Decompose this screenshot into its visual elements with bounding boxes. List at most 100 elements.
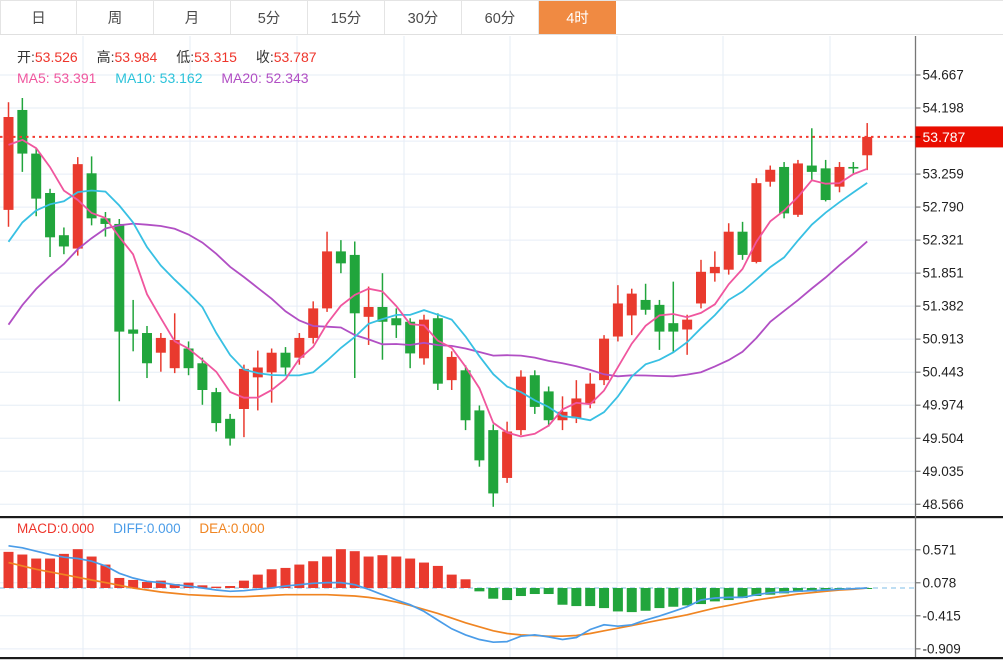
- macd-bar: [446, 574, 457, 588]
- macd-bar: [225, 585, 236, 588]
- candle-body: [45, 192, 56, 238]
- ma-legend: MA5: 53.391 MA10: 53.162 MA20: 52.343: [17, 70, 309, 86]
- macd-bar: [266, 569, 277, 588]
- candle-body: [238, 368, 249, 409]
- price-tick-label: 52.321: [923, 233, 964, 248]
- open-value: 53.526: [34, 49, 78, 65]
- macd-tick-label: 0.078: [923, 575, 957, 590]
- svg-text:53.787: 53.787: [923, 129, 966, 145]
- trading-chart-app: 日 周 月 5分 15分 30分 60分 4时 54.667 54.198 53.2…: [0, 0, 1003, 661]
- high-value: 53.984: [114, 49, 158, 65]
- price-tick-label: 54.198: [923, 100, 964, 115]
- ma10-value: 53.162: [159, 70, 203, 86]
- candle-body: [862, 136, 873, 156]
- macd-tick-label: 0.571: [923, 542, 957, 557]
- macd-bar: [405, 558, 416, 588]
- macd-tick-label: -0.415: [923, 608, 961, 623]
- candle-body: [432, 318, 443, 384]
- candle-body: [266, 352, 277, 373]
- macd-bar: [557, 588, 568, 605]
- macd-bar: [432, 565, 443, 588]
- candle-body: [72, 164, 83, 249]
- price-tick-label: 52.790: [923, 200, 964, 215]
- close-label: 收:: [255, 49, 274, 65]
- macd-bar: [460, 579, 471, 588]
- macd-bar: [612, 588, 623, 612]
- macd-bar: [349, 551, 360, 588]
- price-tick-label: 49.974: [923, 398, 965, 413]
- candle-body: [515, 376, 526, 431]
- open-label: 开:: [17, 49, 35, 65]
- candle-body: [31, 153, 42, 199]
- macd-bar: [571, 588, 582, 607]
- candle-body: [349, 254, 360, 314]
- macd-bar: [72, 549, 83, 588]
- candle-body: [723, 231, 734, 270]
- macd-bar: [488, 588, 499, 599]
- candle-body: [474, 410, 485, 461]
- candle-body: [169, 340, 180, 369]
- macd-bar: [3, 551, 14, 588]
- macd-bar: [377, 555, 388, 588]
- candle-body: [640, 299, 651, 310]
- macd-bar: [211, 586, 222, 588]
- ma20-label: MA20:: [221, 70, 262, 86]
- candle-body: [155, 337, 166, 353]
- candle-body: [792, 163, 803, 215]
- macd-bar: [668, 588, 679, 607]
- candle-body: [446, 356, 457, 381]
- high-label: 高:: [96, 49, 115, 65]
- candle-body: [58, 235, 69, 247]
- candle-body: [142, 333, 152, 364]
- candle-body: [765, 169, 776, 182]
- macd-bar: [626, 588, 637, 613]
- candle-body: [405, 321, 416, 354]
- candle-body: [322, 251, 333, 309]
- macd-bar: [709, 588, 720, 602]
- macd-value: 0.000: [60, 521, 95, 536]
- price-tick-label: 49.504: [923, 431, 965, 446]
- dea-value: 0.000: [230, 521, 265, 536]
- macd-bar: [502, 588, 513, 601]
- dea-label: DEA:: [199, 521, 231, 536]
- candle-body: [682, 319, 693, 330]
- macd-bar: [238, 580, 249, 588]
- candle-body: [668, 323, 679, 332]
- ma20-value: 52.343: [265, 70, 309, 86]
- macd-bar: [419, 562, 429, 588]
- candle-body: [280, 352, 291, 368]
- macd-label: MACD:: [17, 521, 61, 536]
- macd-axis-labels: 0.571 0.078 -0.415 -0.909: [915, 542, 961, 656]
- macd-bar: [31, 558, 42, 588]
- ma5-line: [8, 138, 868, 438]
- candle-body: [391, 318, 402, 326]
- macd-bar: [515, 588, 526, 597]
- price-tick-label: 50.443: [923, 365, 964, 380]
- candle-body: [806, 165, 817, 172]
- macd-bar: [17, 554, 28, 588]
- candle-body: [571, 398, 582, 419]
- candle-body: [502, 431, 513, 478]
- macd-bar: [142, 581, 152, 588]
- macd-bar: [58, 553, 69, 588]
- macd-bar: [585, 588, 596, 607]
- macd-bar: [654, 588, 665, 609]
- candles-layer: [3, 98, 873, 507]
- price-tick-label: 51.382: [923, 299, 964, 314]
- candle-body: [709, 266, 720, 274]
- macd-bar: [599, 588, 610, 609]
- ohlc-legend: 开:53.526 高:53.984 低:53.315 收:53.787: [17, 47, 317, 67]
- chart-canvas[interactable]: 54.667 54.198 53.259 52.790 52.321 51.851 51.3…: [0, 0, 1003, 661]
- bottom-border: [0, 657, 1003, 660]
- price-tick-label: 49.035: [923, 464, 964, 479]
- candle-body: [17, 109, 28, 154]
- candle-body: [197, 363, 208, 391]
- candle-body: [335, 251, 346, 264]
- close-value: 53.787: [273, 49, 317, 65]
- macd-bar: [682, 588, 693, 606]
- candle-body: [626, 293, 637, 316]
- macd-bar: [391, 556, 402, 588]
- panel-separator: [0, 516, 1003, 519]
- candle-body: [460, 370, 471, 421]
- macd-legend: MACD:0.000 DIFF:0.000 DEA:0.000: [17, 521, 265, 536]
